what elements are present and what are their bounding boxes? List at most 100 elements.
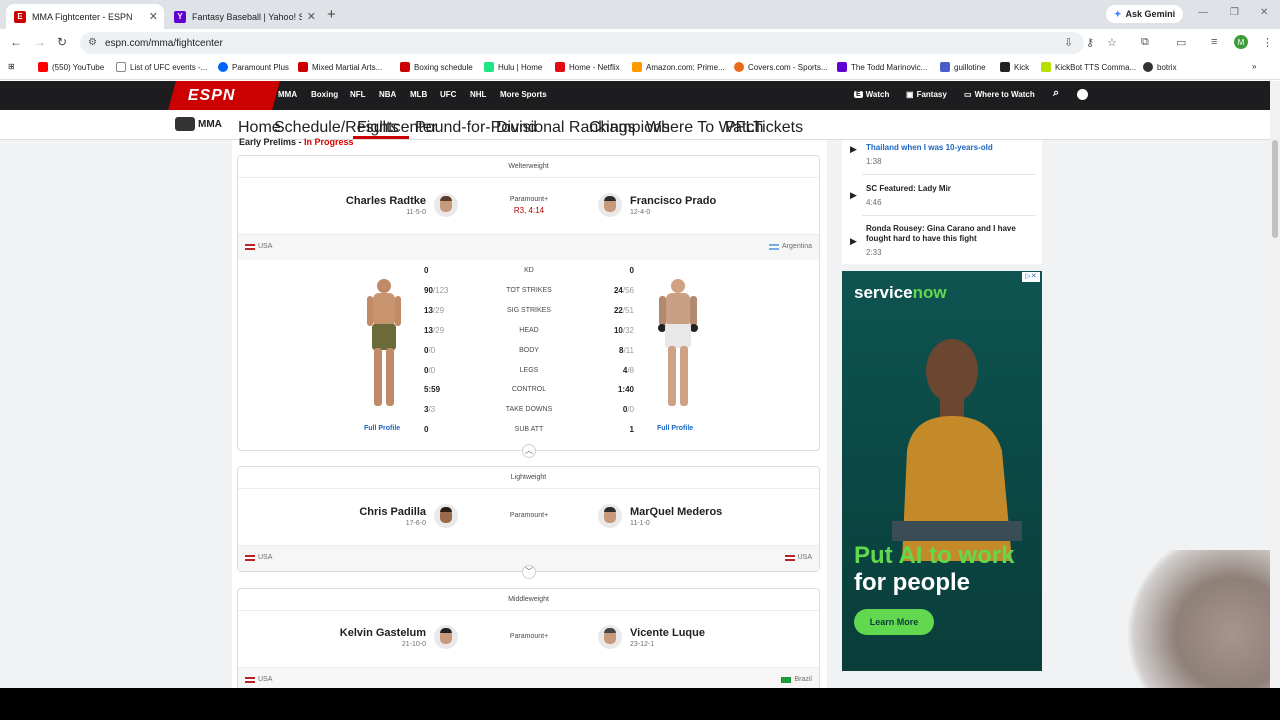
fighter-name-left[interactable]: Charles Radtke — [346, 195, 426, 207]
reading-list-icon[interactable]: ≡ — [1211, 36, 1217, 48]
fighter-headshot-left[interactable] — [434, 193, 458, 217]
stat-left-value: 0/0 — [424, 346, 435, 355]
stat-value: 10 — [613, 325, 623, 335]
bookmark-star-icon[interactable]: ☆ — [1107, 36, 1117, 49]
install-icon[interactable]: ⇩ — [1064, 36, 1073, 49]
fighter-name-left[interactable]: Chris Padilla — [359, 506, 426, 518]
country-left: USA — [245, 554, 272, 561]
nav-nba[interactable]: NBA — [379, 90, 396, 99]
bookmark-item[interactable]: The Todd Marinovic... — [837, 62, 927, 72]
broadcast: Paramount+ — [509, 196, 549, 203]
play-icon[interactable]: ▶ — [850, 236, 857, 247]
bookmark-item[interactable]: Amazon.com: Prime... — [632, 62, 725, 72]
mma-section-logo[interactable]: MMA — [175, 117, 222, 131]
collapse-chevron-up-icon[interactable]: ︿ — [522, 444, 536, 458]
minimize-icon[interactable]: — — [1198, 7, 1208, 18]
forward-icon[interactable]: → — [34, 35, 46, 49]
user-account-icon[interactable] — [1077, 89, 1088, 100]
site-info-icon[interactable]: ⚙ — [88, 37, 97, 48]
weight-class: Welterweight — [508, 163, 549, 170]
play-icon[interactable]: ▶ — [850, 144, 857, 155]
video-duration: 2:33 — [866, 248, 882, 257]
bookmark-item[interactable]: Boxing schedule — [400, 62, 473, 72]
fighter-name-right[interactable]: MarQuel Mederos — [630, 506, 722, 518]
apps-icon[interactable]: ⊞ — [8, 62, 15, 71]
bookmark-item[interactable]: Mixed Martial Arts... — [298, 62, 382, 72]
bookmark-item[interactable]: Kick — [1000, 62, 1029, 72]
extensions-icon[interactable]: ⧉ — [1141, 36, 1149, 49]
reload-icon[interactable]: ↻ — [57, 35, 67, 49]
video-duration: 1:38 — [866, 157, 882, 166]
bookmark-item[interactable]: List of UFC events -... — [116, 62, 207, 72]
maximize-icon[interactable]: ❐ — [1230, 7, 1239, 18]
nav-nhl[interactable]: NHL — [470, 90, 486, 99]
fantasy-icon: ▣ — [906, 90, 914, 99]
new-tab-button[interactable]: + — [327, 6, 336, 23]
tab-espn[interactable]: E MMA Fightcenter - ESPN ✕ — [6, 4, 164, 29]
close-tab-icon[interactable]: ✕ — [149, 10, 158, 23]
fighter-name-right[interactable]: Francisco Prado — [630, 195, 716, 207]
espn-logo[interactable]: ESPN — [168, 81, 280, 110]
url-field[interactable]: ⚙ espn.com/mma/fightcenter — [80, 32, 1084, 54]
fighter-headshot-right[interactable] — [598, 193, 622, 217]
bookmark-item[interactable]: guillotine — [940, 62, 986, 72]
country-left: USA — [245, 243, 272, 250]
stat-value: 0 — [424, 266, 429, 275]
ad-headline-1: Put AI to work — [854, 542, 1015, 569]
bookmark-item[interactable]: botrix — [1143, 62, 1177, 72]
close-window-icon[interactable]: ✕ — [1260, 7, 1268, 18]
nav-nfl[interactable]: NFL — [350, 90, 366, 99]
learn-more-button[interactable]: Learn More — [854, 609, 934, 635]
fighter-name-left[interactable]: Kelvin Gastelum — [340, 627, 426, 639]
bookmark-item[interactable]: (550) YouTube — [38, 62, 104, 72]
nav-more-sports[interactable]: More Sports — [500, 90, 547, 99]
fighter-headshot-left[interactable] — [434, 504, 458, 528]
bookmark-item[interactable]: KickBot TTS Comma... — [1041, 62, 1136, 72]
bookmark-item[interactable]: Covers.com - Sports... — [734, 62, 828, 72]
bookmark-item[interactable]: Hulu | Home — [484, 62, 542, 72]
stat-value: 1 — [629, 425, 634, 435]
where-to-watch-link[interactable]: ▭ Where to Watch — [964, 90, 1035, 99]
nav-boxing[interactable]: Boxing — [311, 90, 338, 99]
nav-mlb[interactable]: MLB — [410, 90, 427, 99]
fantasy-link[interactable]: ▣ Fantasy — [906, 90, 947, 99]
adchoices-icon[interactable]: ▷✕ — [1022, 272, 1040, 282]
nav-ufc[interactable]: UFC — [440, 90, 456, 99]
profile-avatar[interactable]: M — [1234, 35, 1248, 49]
back-icon[interactable]: ← — [10, 35, 22, 49]
menu-icon[interactable]: ⋮ — [1262, 36, 1273, 49]
play-icon[interactable]: ▶ — [850, 190, 857, 201]
fight-card: Welterweight Charles Radtke 11-5-0 Param… — [237, 155, 820, 458]
fighter-headshot-right[interactable] — [598, 504, 622, 528]
search-icon[interactable]: ⌕ — [1053, 87, 1059, 100]
full-profile-left[interactable]: Full Profile — [364, 425, 400, 432]
watch-link[interactable]: E Watch — [854, 90, 889, 99]
stat-total: /11 — [623, 345, 634, 355]
ask-gemini-button[interactable]: ✦ Ask Gemini — [1106, 5, 1184, 23]
video-title[interactable]: SC Featured: Lady Mir — [866, 184, 1036, 194]
bookmark-item[interactable]: Paramount Plus — [218, 62, 289, 72]
full-profile-right[interactable]: Full Profile — [657, 425, 693, 432]
usa-flag-icon — [245, 243, 255, 250]
video-title[interactable]: Ronda Rousey: Gina Carano and I have fou… — [866, 224, 1036, 244]
stat-right-value: 0 — [630, 266, 634, 275]
more-bookmarks-icon[interactable]: » — [1252, 62, 1256, 71]
tab-yahoo[interactable]: Y Fantasy Baseball | Yahoo! Sports ✕ — [166, 4, 322, 29]
subnav-tickets[interactable]: Tickets — [753, 119, 803, 137]
bookmark-item[interactable]: Home - Netflix — [555, 62, 620, 72]
expand-chevron-down-icon[interactable]: ﹀ — [522, 565, 536, 579]
nav-mma[interactable]: MMA — [278, 90, 297, 99]
video-title[interactable]: Thailand when I was 10-years-old — [866, 143, 1036, 153]
espn-icon — [298, 62, 308, 72]
fighter-headshot-left[interactable] — [434, 625, 458, 649]
fighter-headshot-right[interactable] — [598, 625, 622, 649]
scrollbar-thumb[interactable] — [1272, 140, 1278, 238]
fighter-name-right[interactable]: Vicente Luque — [630, 627, 705, 639]
password-key-icon[interactable]: ⚷ — [1086, 36, 1094, 49]
close-tab-icon[interactable]: ✕ — [307, 10, 316, 23]
servicenow-ad[interactable]: ▷✕ servicenow Put AI to work for people … — [842, 271, 1042, 671]
amazon-icon — [632, 62, 642, 72]
subnav-pfl[interactable]: PFL — [725, 119, 754, 137]
stat-total: /0 — [428, 365, 436, 375]
cast-icon[interactable]: ▭ — [1176, 36, 1186, 49]
